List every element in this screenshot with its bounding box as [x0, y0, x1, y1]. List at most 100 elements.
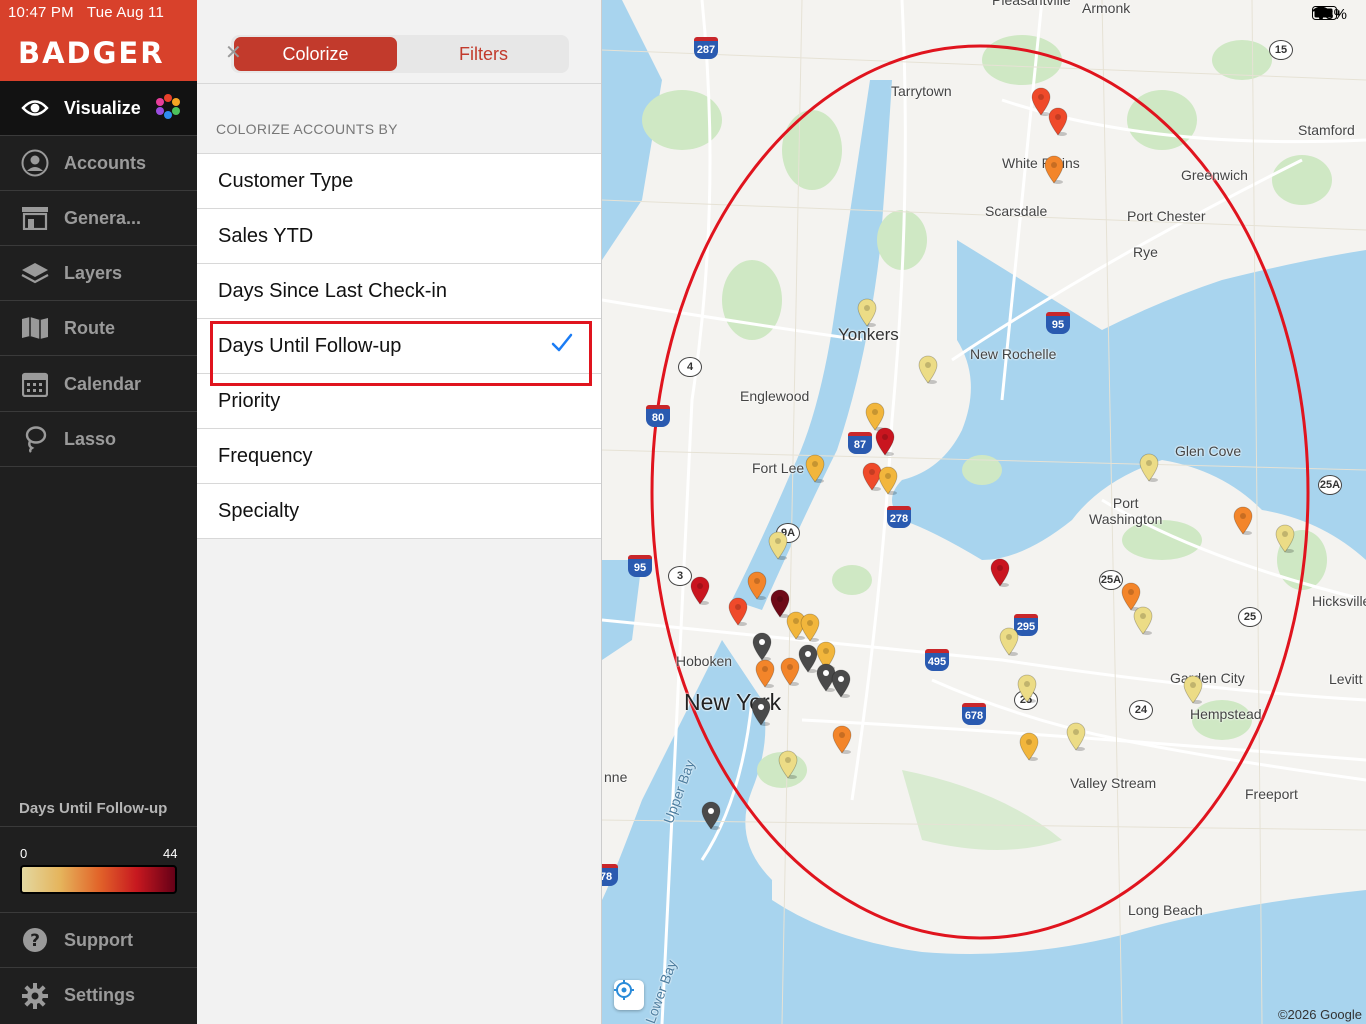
place-label: Long Beach: [1128, 902, 1203, 918]
sidebar-item-label: Genera...: [64, 207, 142, 228]
account-pin[interactable]: [918, 355, 938, 384]
person-icon: [21, 149, 49, 177]
legend-min-value: 0: [20, 846, 28, 861]
account-pin[interactable]: [1183, 675, 1203, 704]
interstate-shield: 87: [848, 432, 872, 454]
place-label: Englewood: [740, 388, 810, 404]
sidebar-item-label: Calendar: [64, 373, 142, 394]
route-shield: 25: [1238, 607, 1262, 627]
tab-filters[interactable]: Filters: [401, 37, 566, 71]
interstate-shield: 495: [925, 649, 949, 671]
option-sales-ytd[interactable]: Sales YTD: [197, 209, 601, 264]
selection-highlight-annotation: [210, 321, 592, 386]
account-pin[interactable]: [780, 657, 800, 686]
segmented-control: Colorize Filters: [231, 35, 569, 73]
account-pin[interactable]: [1275, 524, 1295, 553]
sidebar-item-settings[interactable]: Settings: [0, 968, 197, 1023]
account-pin[interactable]: [752, 632, 772, 661]
status-time: 10:47 PM Tue Aug 11: [8, 4, 164, 21]
account-pin[interactable]: [701, 801, 721, 830]
account-pin[interactable]: [1048, 107, 1068, 136]
account-pin[interactable]: [1044, 155, 1064, 184]
gear-icon: [21, 982, 49, 1010]
sidebar-item-layers[interactable]: Layers: [0, 246, 197, 301]
sidebar-item-label: Accounts: [64, 152, 147, 173]
legend-title: Days Until Follow-up: [19, 800, 168, 817]
sidebar-item-route[interactable]: Route: [0, 301, 197, 356]
account-pin[interactable]: [1133, 606, 1153, 635]
route-shield: 15: [1269, 40, 1293, 60]
account-pin[interactable]: [1139, 453, 1159, 482]
option-customer-type[interactable]: Customer Type: [197, 154, 601, 209]
account-pin[interactable]: [778, 750, 798, 779]
layers-icon: [21, 259, 49, 287]
sidebar-item-accounts[interactable]: Accounts: [0, 136, 197, 191]
place-label: Port Chester: [1127, 208, 1206, 224]
status-battery: 78%: [1311, 6, 1352, 23]
account-pin[interactable]: [800, 613, 820, 642]
place-label: Hicksville: [1312, 593, 1366, 609]
option-label: Specialty: [218, 499, 300, 522]
account-pin[interactable]: [878, 466, 898, 495]
tab-colorize[interactable]: Colorize: [234, 37, 397, 71]
account-pin[interactable]: [1019, 732, 1039, 761]
interstate-shield: 287: [694, 37, 718, 59]
account-pin[interactable]: [831, 669, 851, 698]
account-pin[interactable]: [865, 402, 885, 431]
account-pin[interactable]: [857, 298, 877, 327]
account-pin[interactable]: [728, 597, 748, 626]
brand-logo: BADGER: [18, 36, 165, 70]
sidebar-item-label: Lasso: [64, 428, 117, 449]
account-pin[interactable]: [1066, 722, 1086, 751]
sidebar-item-general[interactable]: Genera...: [0, 191, 197, 246]
place-label: Valley Stream: [1070, 775, 1157, 791]
interstate-shield: 95: [628, 555, 652, 577]
place-label: nne: [604, 769, 628, 785]
locate-button[interactable]: [614, 980, 644, 1010]
route-shield: 24: [1129, 700, 1153, 720]
help-icon: ?: [21, 926, 49, 954]
account-pin[interactable]: [832, 725, 852, 754]
account-pin[interactable]: [805, 454, 825, 483]
colorize-panel: Colorize Filters ✕ COLORIZE ACCOUNTS BY …: [197, 0, 602, 1024]
interstate-shield: 278: [887, 506, 911, 528]
option-label: Days Since Last Check-in: [218, 279, 447, 302]
account-pin[interactable]: [999, 627, 1019, 656]
route-shield: 4: [678, 357, 702, 377]
sidebar-item-lasso[interactable]: Lasso: [0, 412, 197, 467]
account-pin[interactable]: [1017, 674, 1037, 703]
account-pin[interactable]: [1233, 506, 1253, 535]
map-view[interactable]: Pleasantville Armonk Tarrytown White Pla…: [602, 0, 1366, 1024]
account-pin[interactable]: [875, 427, 895, 456]
sidebar-item-calendar[interactable]: Calendar: [0, 357, 197, 412]
option-specialty[interactable]: Specialty: [197, 484, 601, 539]
account-pin[interactable]: [768, 531, 788, 560]
option-frequency[interactable]: Frequency: [197, 429, 601, 484]
place-label: White Plains: [1002, 155, 1080, 171]
map-icon: [21, 314, 49, 342]
calendar-icon: [21, 370, 49, 398]
account-pin[interactable]: [747, 571, 767, 600]
sidebar-item-label: Visualize: [64, 97, 141, 118]
account-pin[interactable]: [798, 644, 818, 673]
sidebar-item-support[interactable]: ? Support: [0, 913, 197, 968]
account-pin[interactable]: [690, 576, 710, 605]
svg-text:?: ?: [30, 931, 40, 951]
brand-header: 10:47 PM Tue Aug 11 BADGER: [0, 0, 197, 81]
crosshair-icon: [614, 980, 634, 1000]
account-pin[interactable]: [755, 659, 775, 688]
account-pin[interactable]: [990, 558, 1010, 587]
route-shield: 25A: [1099, 570, 1123, 590]
legend-max-value: 44: [163, 846, 178, 861]
place-label: Yonkers: [838, 325, 899, 344]
place-label: Garden City: [1170, 670, 1245, 686]
account-pin[interactable]: [751, 697, 771, 726]
place-label: Tarrytown: [891, 83, 952, 99]
option-label: Sales YTD: [218, 224, 314, 247]
legend-gradient-bar: [20, 865, 177, 894]
divider: [197, 83, 601, 84]
option-days-since-last-checkin[interactable]: Days Since Last Check-in: [197, 264, 601, 319]
close-icon[interactable]: ✕: [225, 40, 242, 65]
sidebar-item-visualize[interactable]: Visualize: [0, 81, 197, 136]
place-label: Scarsdale: [985, 203, 1048, 219]
